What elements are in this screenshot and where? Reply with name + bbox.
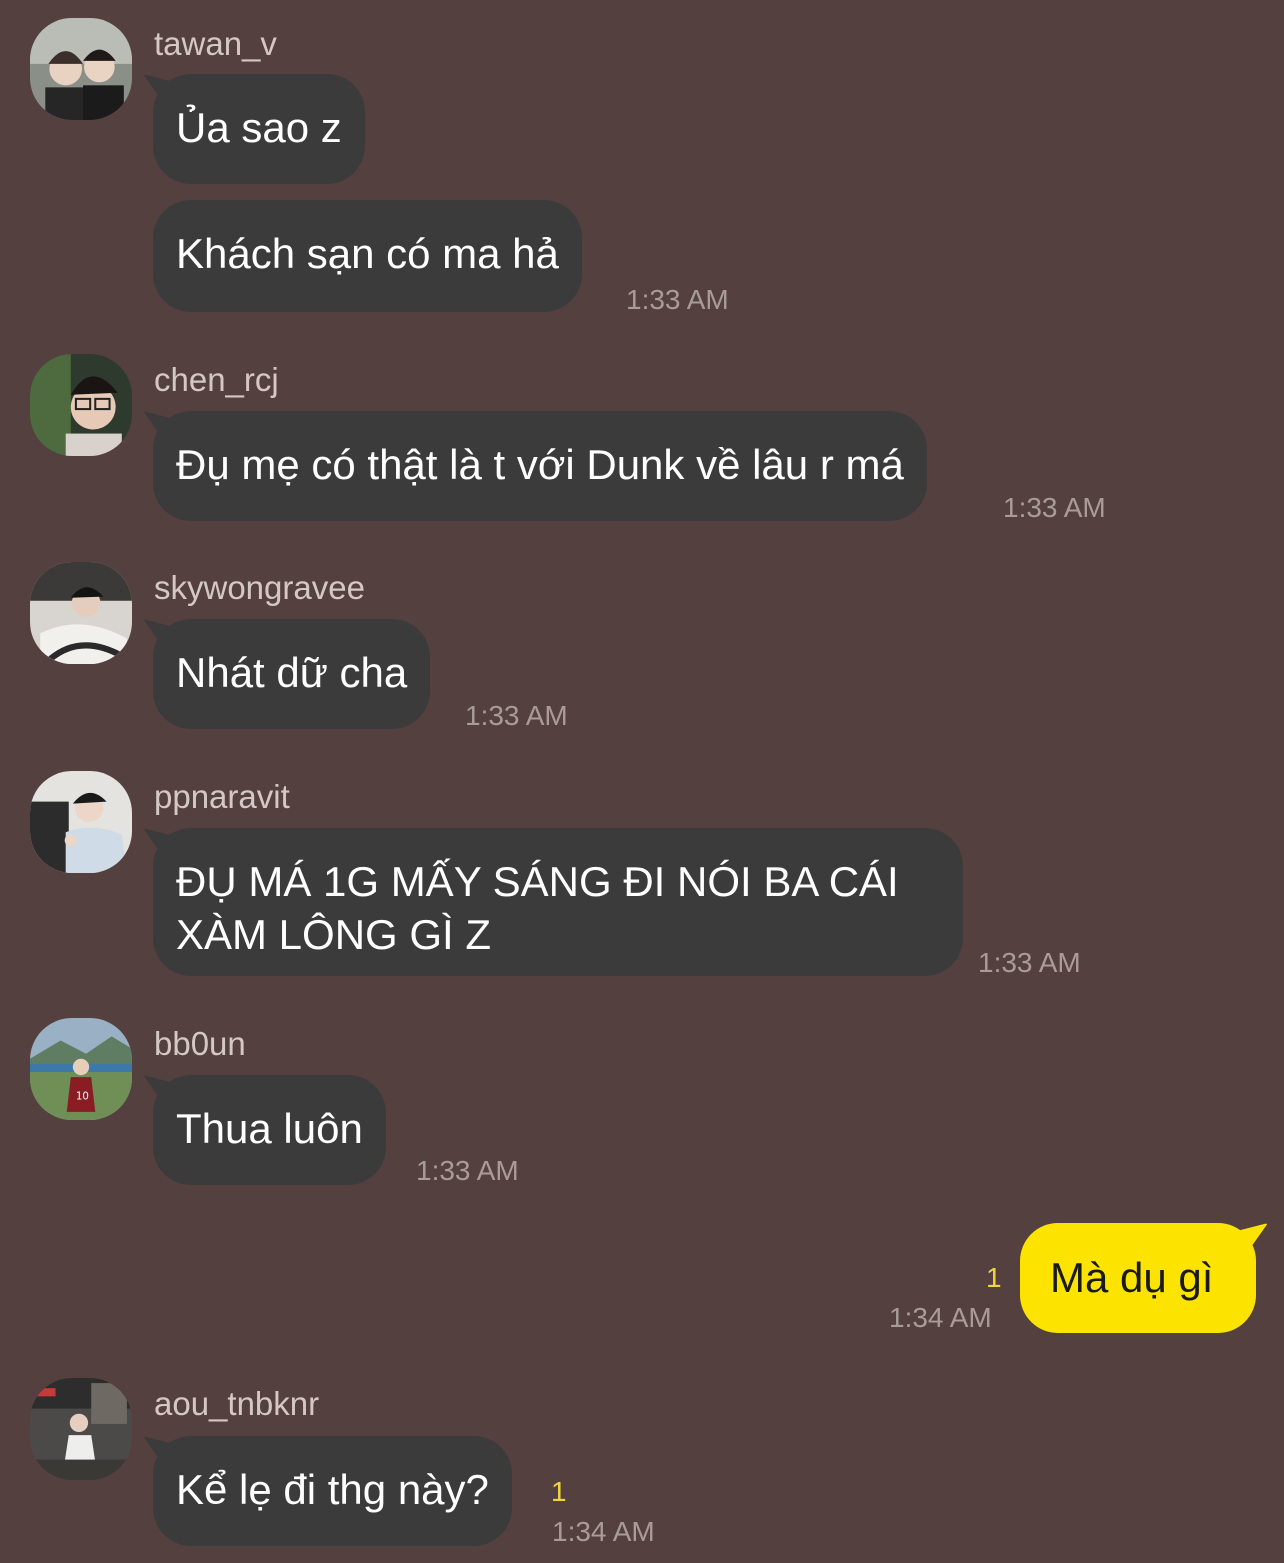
sender-name: skywongravee (154, 569, 365, 606)
sender-name: chen_rcj (154, 361, 279, 398)
avatar[interactable] (30, 771, 132, 873)
avatar-photo-icon (30, 562, 132, 664)
message-time: 1:34 AM (552, 1516, 655, 1547)
message-bubble[interactable]: Ủa sao z (153, 74, 365, 184)
avatar-photo-icon (30, 771, 132, 873)
sender-name: bb0un (154, 1025, 246, 1062)
message-bubble[interactable]: Nhát dữ cha (153, 619, 431, 729)
message-time: 1:33 AM (465, 700, 568, 731)
message-time: 1:33 AM (416, 1155, 519, 1186)
avatar[interactable] (30, 18, 132, 120)
message-bubble[interactable]: Kể lẹ đi thg này? (153, 1436, 512, 1546)
message-bubble[interactable]: ĐỤ MÁ 1G MẤY SÁNG ĐI NÓI BA CÁI XÀM LÔNG… (153, 828, 963, 976)
avatar-photo-icon (30, 354, 132, 456)
unread-count: 1 (986, 1262, 1002, 1293)
avatar-photo-icon (30, 1378, 132, 1480)
message-bubble[interactable]: Khách sạn có ma hả (153, 200, 582, 312)
avatar-photo-icon (30, 18, 132, 120)
sender-name: aou_tnbknr (154, 1385, 320, 1422)
message-bubble[interactable]: Thua luôn (153, 1075, 386, 1185)
svg-text:10: 10 (76, 1092, 89, 1103)
message-bubble[interactable]: Đụ mẹ có thật là t với Dunk về lâu r má (153, 411, 927, 521)
avatar[interactable] (30, 354, 132, 456)
message-time: 1:33 AM (626, 284, 729, 315)
avatar[interactable]: 10 (30, 1018, 132, 1120)
avatar-photo-icon: 10 (30, 1018, 132, 1120)
message-time: 1:33 AM (978, 947, 1081, 978)
message-time: 1:33 AM (1003, 492, 1106, 523)
sender-name: tawan_v (154, 25, 277, 62)
sender-name: ppnaravit (154, 778, 290, 815)
avatar[interactable] (30, 562, 132, 664)
avatar[interactable] (30, 1378, 132, 1480)
my-message-bubble[interactable]: Mà dụ gì (1020, 1223, 1256, 1333)
unread-count: 1 (551, 1476, 567, 1507)
message-time: 1:34 AM (889, 1302, 992, 1333)
